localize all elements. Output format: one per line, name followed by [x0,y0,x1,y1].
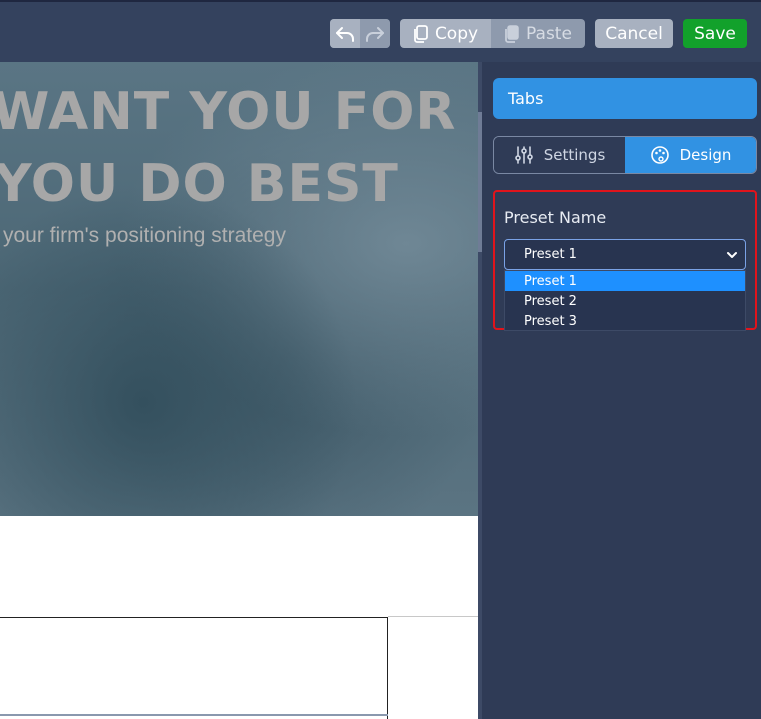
preset-name-label: Preset Name [504,208,607,227]
tab-design[interactable]: Design [625,137,756,173]
content-block[interactable] [0,617,388,719]
paste-button[interactable]: Paste [491,19,585,48]
panel-tabs: Settings Design [493,136,757,174]
copy-button[interactable]: Copy [400,19,491,48]
copy-label: Copy [434,23,479,44]
top-toolbar: Copy Paste Cancel Save [0,0,761,62]
hero-section[interactable]: WANT YOU FOR YOU DO BEST your firm's pos… [0,62,478,516]
redo-button[interactable] [360,19,390,48]
copy-icon [413,24,429,43]
preset-option[interactable]: Preset 1 [505,271,745,291]
tab-settings-label: Settings [543,146,606,164]
preset-select-value: Preset 1 [524,247,577,262]
undo-redo-group [330,19,390,48]
preset-select[interactable]: Preset 1 [504,239,746,270]
cancel-button[interactable]: Cancel [595,19,673,48]
editor-canvas[interactable]: WANT YOU FOR YOU DO BEST your firm's pos… [0,62,478,719]
undo-icon [336,26,354,42]
preset-option[interactable]: Preset 3 [505,311,745,331]
paste-icon [504,24,520,43]
preset-option[interactable]: Preset 2 [505,291,745,311]
save-button[interactable]: Save [683,19,747,48]
divider-line-bottom [0,714,388,716]
tab-design-label: Design [679,146,732,164]
settings-panel: Tabs Settings Design Preset Name Preset … [482,62,761,719]
hero-heading-line-2: YOU DO BEST [0,154,399,214]
paste-label: Paste [526,23,572,44]
preset-dropdown-list: Preset 1 Preset 2 Preset 3 [504,270,746,331]
panel-title: Tabs [493,78,757,119]
tab-settings[interactable]: Settings [494,137,625,173]
undo-button[interactable] [330,19,360,48]
palette-icon [650,145,670,165]
chevron-down-icon [727,252,737,258]
hero-subtitle: your firm's positioning strategy [3,224,286,247]
redo-icon [366,26,384,42]
sliders-icon [514,145,534,165]
divider-line [388,616,478,617]
hero-heading-line-1: WANT YOU FOR [0,82,457,142]
